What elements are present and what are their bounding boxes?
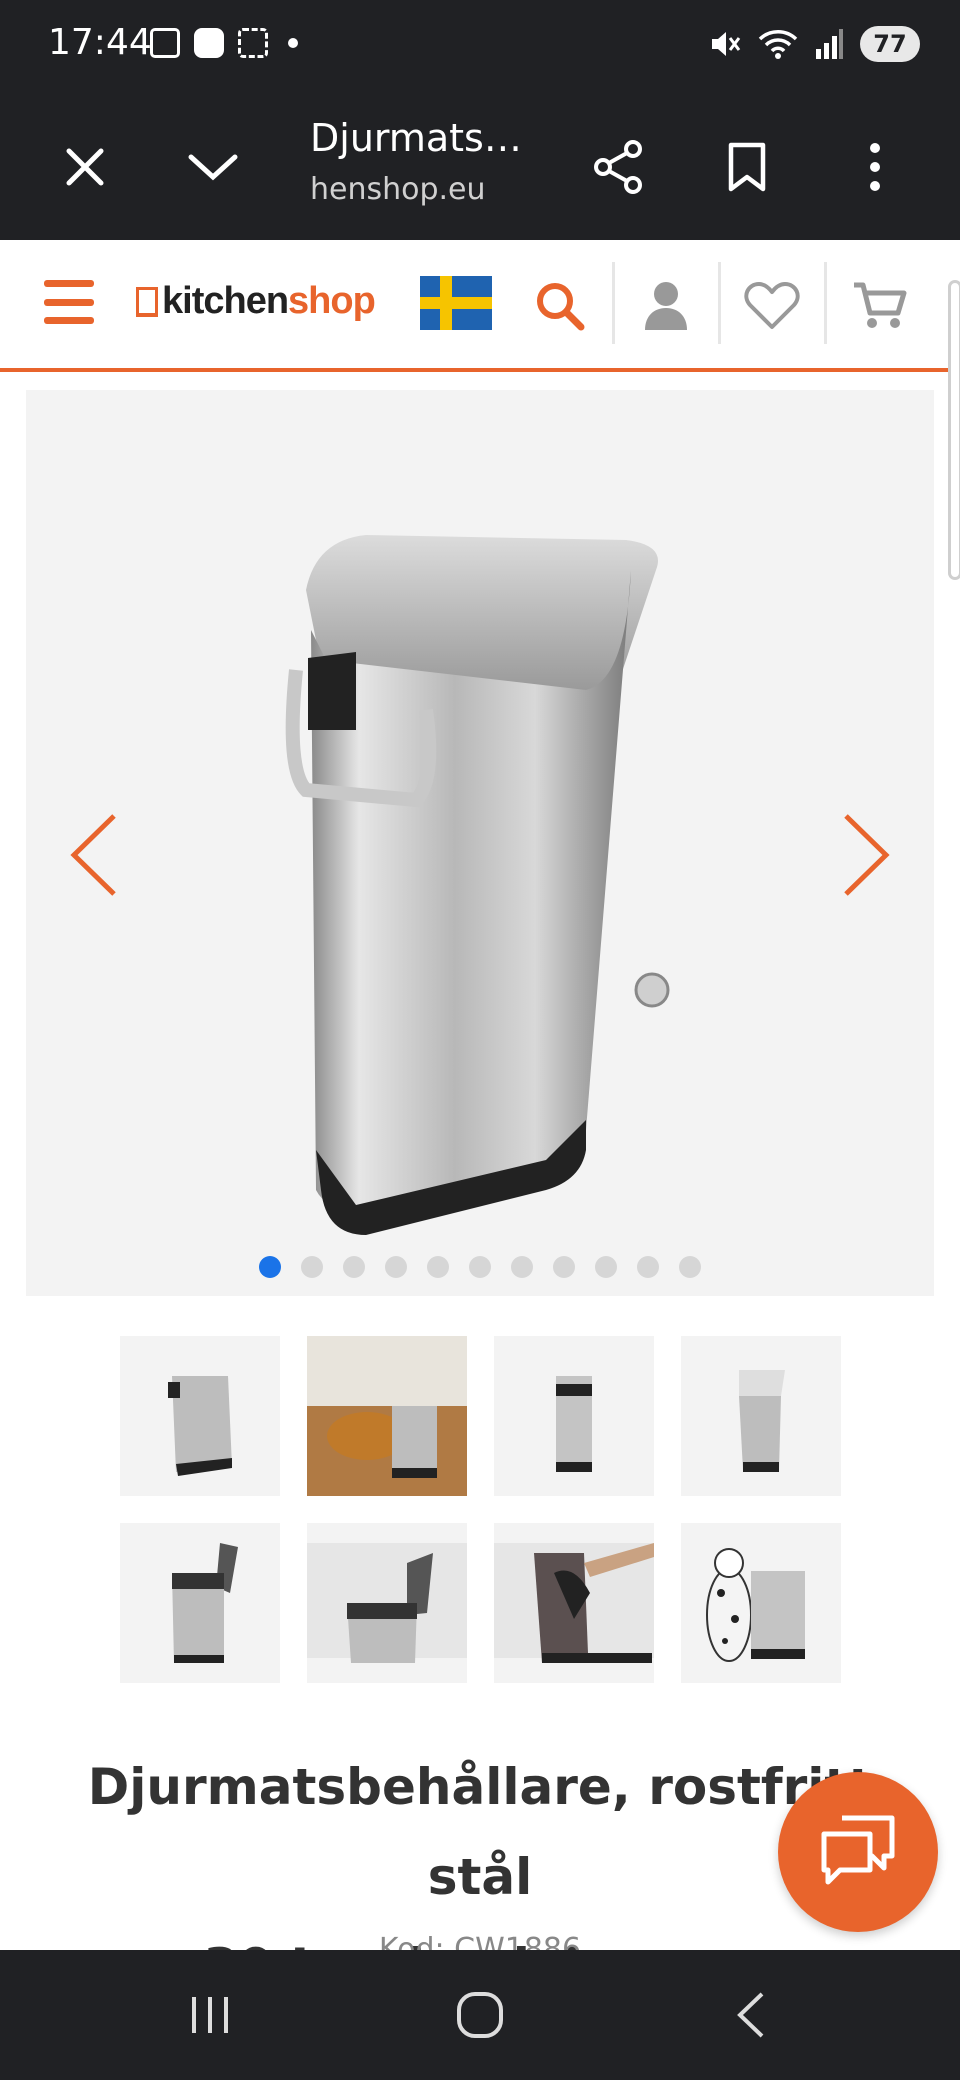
calendar-icon (150, 28, 180, 58)
signal-icon (816, 29, 843, 59)
close-tab-button[interactable] (50, 132, 120, 202)
header-divider (824, 262, 827, 344)
mute-icon (712, 32, 741, 56)
scroll-indicator[interactable] (948, 280, 960, 580)
product-image-gallery[interactable] (26, 390, 934, 1296)
product-image (285, 535, 670, 1235)
thumb-dog-eating[interactable] (307, 1336, 467, 1496)
account-button[interactable] (626, 266, 706, 346)
search-button[interactable] (520, 266, 600, 346)
gallery-dot-4[interactable] (385, 1256, 407, 1278)
minimize-button[interactable] (178, 132, 248, 202)
back-button[interactable] (710, 1980, 790, 2050)
back-icon (737, 1992, 764, 2038)
gallery-dot-3[interactable] (343, 1256, 365, 1278)
site-header: kitchen shop (0, 240, 960, 372)
header-divider (718, 262, 721, 344)
gallery-dot-7[interactable] (511, 1256, 533, 1278)
more-options-button[interactable] (840, 132, 910, 202)
page-url: henshop.eu (310, 172, 486, 207)
logo-text-shop: shop (288, 280, 376, 322)
chevron-left-icon (70, 814, 116, 896)
gallery-dot-6[interactable] (469, 1256, 491, 1278)
battery-indicator: 77 (860, 26, 920, 62)
gallery-dot-9[interactable] (595, 1256, 617, 1278)
chevron-down-icon (188, 154, 238, 181)
thumb-container-front[interactable] (120, 1336, 280, 1496)
thumb-dalmatian[interactable] (681, 1523, 841, 1683)
search-icon (537, 283, 585, 331)
header-divider (612, 262, 615, 344)
thumbnail-grid (120, 1336, 841, 1683)
screenshot-icon (238, 28, 268, 58)
site-logo[interactable]: kitchen shop (136, 280, 376, 323)
bookmark-icon (728, 142, 766, 192)
wishlist-button[interactable] (732, 266, 812, 346)
logo-mark-icon (136, 286, 158, 317)
gallery-dot-10[interactable] (637, 1256, 659, 1278)
more-vert-icon (870, 143, 880, 191)
gallery-pagination (26, 1256, 934, 1278)
gallery-dot-8[interactable] (553, 1256, 575, 1278)
thumb-hand-scoop[interactable] (494, 1523, 654, 1683)
share-button[interactable] (584, 132, 654, 202)
chat-button[interactable] (778, 1772, 938, 1932)
thumb-container-side[interactable] (494, 1336, 654, 1496)
user-icon (645, 282, 687, 330)
cart-button[interactable] (840, 266, 920, 346)
chat-icon (821, 1815, 895, 1885)
cart-icon (854, 282, 907, 328)
gallery-prev-button[interactable] (64, 810, 124, 900)
menu-bar (44, 280, 94, 287)
menu-bar (44, 298, 94, 306)
thumb-lid-open-angle[interactable] (307, 1523, 467, 1683)
system-navigation-bar (0, 1950, 960, 2080)
sweden-flag-icon[interactable] (420, 276, 492, 330)
status-time: 17:44 (48, 22, 152, 63)
chevron-right-icon (844, 814, 890, 896)
close-icon (66, 148, 104, 186)
bookmark-button[interactable] (712, 132, 782, 202)
logo-text-kitchen: kitchen (162, 280, 289, 322)
thumb-lid-open[interactable] (120, 1523, 280, 1683)
product-code: Kod: CW1886 (378, 1932, 582, 1950)
gallery-next-button[interactable] (836, 810, 896, 900)
status-notifications (150, 28, 298, 58)
home-button[interactable] (440, 1980, 520, 2050)
more-notifications-dot (288, 38, 298, 48)
s-app-icon (194, 28, 224, 58)
status-bar: 17:44 77 (0, 0, 960, 92)
gallery-dot-1[interactable] (259, 1256, 281, 1278)
menu-bar (44, 317, 94, 324)
gallery-dot-11[interactable] (679, 1256, 701, 1278)
share-icon (594, 140, 642, 194)
page-title: Djurmats… (310, 116, 522, 160)
gallery-dot-2[interactable] (301, 1256, 323, 1278)
gallery-dot-5[interactable] (427, 1256, 449, 1278)
home-icon (457, 1992, 503, 2038)
menu-button[interactable] (44, 280, 94, 324)
status-system-icons: 77 (708, 26, 920, 62)
recent-apps-icon (192, 1997, 228, 2033)
thumb-container-open[interactable] (681, 1336, 841, 1496)
recent-apps-button[interactable] (170, 1980, 250, 2050)
browser-toolbar: Djurmats… henshop.eu (0, 92, 960, 240)
wifi-icon (758, 30, 798, 59)
heart-icon (744, 282, 800, 329)
